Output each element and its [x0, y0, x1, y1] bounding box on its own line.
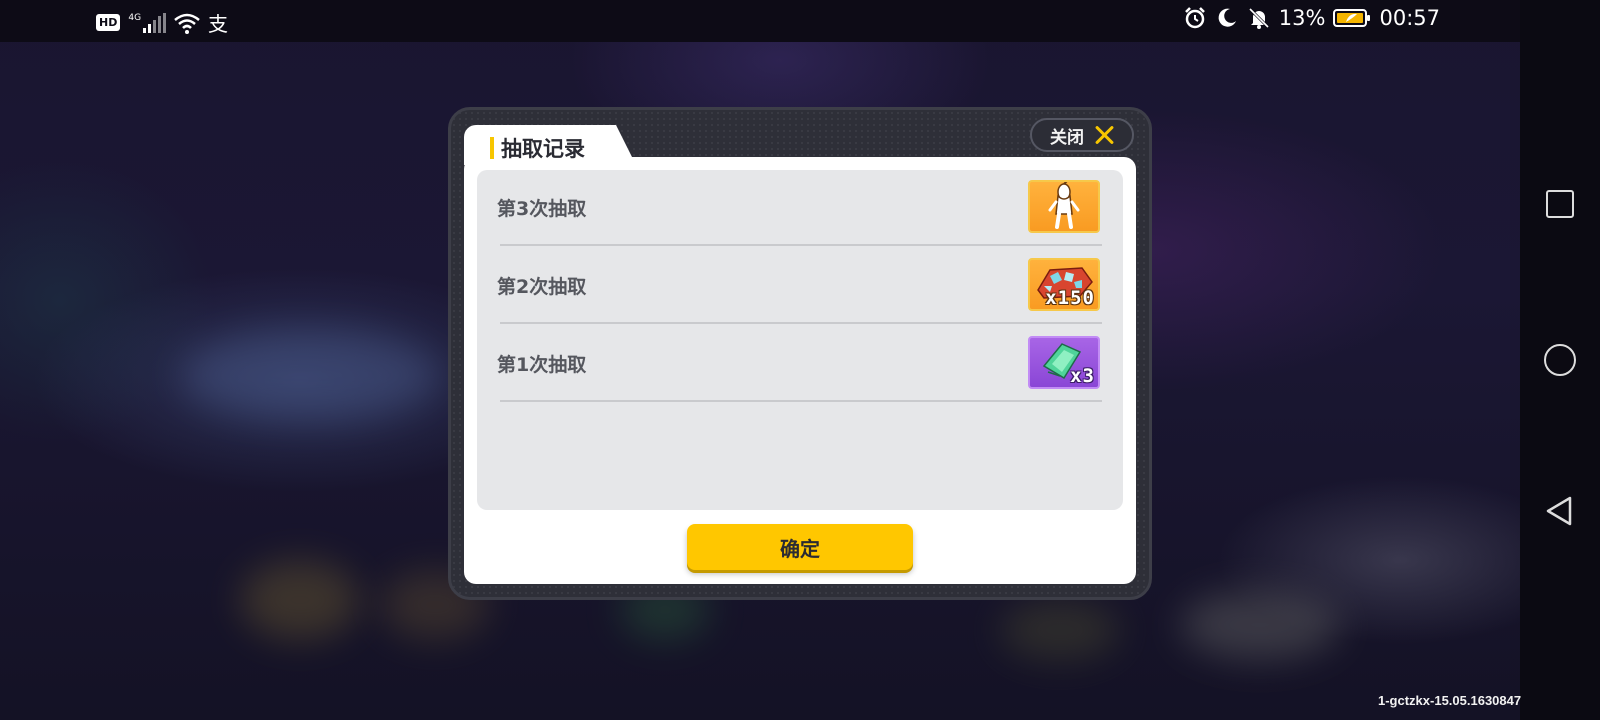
title-accent-bar: [490, 137, 494, 159]
hd-icon: HD: [96, 14, 121, 31]
mute-bell-icon: [1248, 7, 1269, 29]
4g-signal-icon: 4G: [128, 12, 167, 33]
battery-icon: [1333, 9, 1371, 27]
record-label: 第1次抽取: [497, 354, 587, 376]
dialog-title: 抽取记录: [501, 137, 585, 161]
battery-percent: 13%: [1278, 6, 1326, 30]
record-row: 第3次抽取: [497, 168, 1102, 246]
version-label: 1-gctzkx-15.05.1630847: [1378, 693, 1522, 708]
alipay-icon: 支: [208, 12, 229, 36]
wifi-icon: [174, 13, 200, 34]
reward-quantity: x150: [1045, 287, 1095, 309]
recent-apps-square-icon[interactable]: [1546, 190, 1574, 218]
character-figure-icon: [1048, 182, 1080, 229]
close-button[interactable]: 关闭: [1030, 118, 1134, 152]
record-label: 第3次抽取: [497, 198, 587, 220]
record-row: 第1次抽取 x3: [497, 324, 1102, 402]
moon-icon: [1218, 8, 1236, 27]
close-icon: [1094, 125, 1114, 145]
close-label: 关闭: [1050, 127, 1084, 148]
home-circle-icon[interactable]: [1544, 344, 1576, 376]
reward-quantity: x3: [1070, 365, 1095, 387]
clock: 00:57: [1379, 6, 1440, 30]
confirm-button[interactable]: 确定: [687, 524, 913, 570]
back-triangle-icon[interactable]: [1544, 495, 1576, 527]
network-label: 4G: [128, 12, 142, 23]
reward-item[interactable]: [1028, 180, 1100, 233]
system-nav-bar: [1520, 0, 1600, 720]
alarm-icon: [1184, 7, 1205, 29]
reward-item[interactable]: x150: [1028, 258, 1100, 311]
reward-item[interactable]: x3: [1028, 336, 1100, 389]
status-bar: HD 4G 支 13% 00:57: [0, 0, 1520, 42]
record-row: 第2次抽取 x150: [497, 246, 1102, 324]
record-label: 第2次抽取: [497, 276, 587, 298]
